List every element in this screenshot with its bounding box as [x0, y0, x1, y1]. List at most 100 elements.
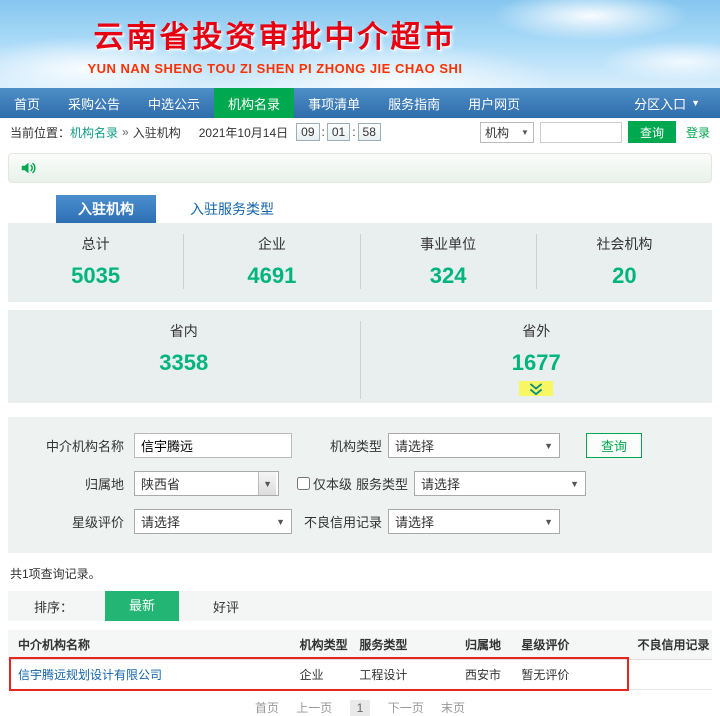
page-next[interactable]: 下一页: [388, 701, 424, 715]
stat-value: 4691: [247, 263, 297, 288]
stat-value: 5035: [71, 263, 121, 288]
filter-row-1: 中介机构名称 机构类型 请选择 ▼ 查询: [16, 433, 704, 458]
table-row: 信宇腾远规划设计有限公司 企业 工程设计 西安市 暂无评价: [8, 657, 712, 691]
filter-query-button[interactable]: 查询: [586, 433, 643, 458]
region-label: 归属地: [84, 477, 124, 492]
stat-out-province: 省外 1677: [361, 321, 713, 399]
page-current: 1: [349, 700, 371, 716]
stat-social-org: 社会机构 20: [537, 234, 712, 289]
stat-label: 事业单位: [420, 236, 477, 252]
tab-service-types[interactable]: 入驻服务类型: [156, 195, 308, 223]
stat-label: 省外: [522, 323, 551, 339]
company-link[interactable]: 信宇腾远规划设计有限公司: [18, 668, 162, 682]
chevron-down-icon: ▼: [258, 472, 276, 495]
top-search-area: 机构 ▼ 查询 登录: [479, 121, 710, 143]
search-category-select[interactable]: 机构 ▼: [479, 121, 534, 143]
search-category-value: 机构: [484, 125, 509, 140]
org-type-label: 机构类型: [329, 439, 382, 454]
table-header-row: 中介机构名称 机构类型 服务类型 归属地 星级评价 不良信用记录: [8, 630, 712, 660]
stat-in-province: 省内 3358: [8, 321, 361, 399]
chevron-down-icon: ▼: [544, 440, 553, 451]
nav-item-purchase-notice[interactable]: 采购公告: [54, 88, 134, 118]
filter-row-2: 归属地 陕西省 ▼ 仅本级 服务类型 请选择 ▼: [16, 471, 704, 496]
breadcrumb-row: 当前位置： 机构名录 » 入驻机构 2021年10月14日 09 : 01 : …: [0, 118, 720, 146]
stat-value: 3358: [159, 350, 209, 375]
col-header-service-type: 服务类型: [359, 638, 408, 652]
sort-praise-button[interactable]: 好评: [213, 597, 239, 616]
announcement-bar: [8, 153, 712, 183]
col-header-star-rating: 星级评价: [521, 638, 570, 652]
chevron-down-icon: ▼: [521, 127, 529, 137]
cell-org-type: 企业: [299, 668, 324, 682]
chevron-down-icon: ▼: [691, 98, 700, 108]
clock-minutes: 01: [326, 123, 351, 141]
stat-total: 总计 5035: [8, 234, 185, 289]
page-first[interactable]: 首页: [255, 701, 279, 715]
site-branding: 云南省投资审批中介超市 YUN NAN SHENG TOU ZI SHEN PI…: [40, 12, 510, 76]
star-rating-select[interactable]: 请选择 ▼: [134, 509, 292, 534]
col-header-region: 归属地: [465, 638, 502, 652]
nav-item-user-portal[interactable]: 用户网页: [454, 88, 534, 118]
stat-public-institution: 事业单位 324: [361, 234, 537, 289]
tab-registered-orgs[interactable]: 入驻机构: [56, 195, 156, 223]
stat-value: 20: [612, 263, 637, 288]
result-table: 中介机构名称 机构类型 服务类型 归属地 星级评价 不良信用记录 信宇腾远规划设…: [8, 630, 712, 691]
clock-separator: :: [321, 125, 325, 139]
page-prev[interactable]: 上一页: [296, 701, 332, 715]
site-title: 云南省投资审批中介超市: [93, 21, 457, 54]
stat-label: 社会机构: [596, 236, 653, 252]
pagination: 首页 上一页 1 下一页 末页: [0, 699, 720, 716]
col-header-credit-record: 不良信用记录: [637, 638, 710, 652]
local-only-label: 仅本级: [313, 477, 353, 492]
expand-more-icon[interactable]: [519, 381, 554, 396]
filter-row-3: 星级评价 请选择 ▼ 不良信用记录 请选择 ▼: [16, 509, 704, 534]
star-rating-label: 星级评价: [71, 515, 124, 530]
cell-org-name: 信宇腾远规划设计有限公司: [8, 666, 290, 683]
chevron-down-icon: ▼: [544, 516, 553, 527]
local-only-checkbox[interactable]: [297, 477, 310, 490]
login-link[interactable]: 登录: [686, 124, 710, 141]
page-last[interactable]: 末页: [441, 701, 465, 715]
region-value: 陕西省: [141, 477, 181, 492]
nav-item-service-guide[interactable]: 服务指南: [374, 88, 454, 118]
stat-label: 企业: [257, 236, 286, 252]
sort-newest-button[interactable]: 最新: [105, 591, 180, 621]
top-query-button[interactable]: 查询: [627, 121, 676, 143]
cell-star-rating: 暂无评价: [521, 668, 570, 682]
breadcrumb-link-org-directory[interactable]: 机构名录: [70, 124, 118, 141]
clock-seconds: 58: [357, 123, 381, 141]
org-type-select[interactable]: 请选择 ▼: [388, 433, 560, 458]
cell-region: 西安市: [465, 668, 502, 682]
credit-record-select[interactable]: 请选择 ▼: [388, 509, 560, 534]
chevron-down-icon: ▼: [276, 516, 285, 527]
breadcrumb-current: 入驻机构: [132, 125, 181, 140]
site-subtitle: YUN NAN SHENG TOU ZI SHEN PI ZHONG JIE C…: [87, 61, 463, 76]
stats-panel-primary: 总计 5035 企业 4691 事业单位 324 社会机构 20: [8, 223, 712, 302]
stats-panel-secondary: 省内 3358 省外 1677: [8, 310, 712, 403]
breadcrumb-separator: »: [122, 125, 129, 139]
col-header-org-name: 中介机构名称: [18, 638, 91, 652]
zone-entry-dropdown[interactable]: 分区入口 ▼: [634, 88, 720, 118]
sort-bar: 排序： 最新 好评: [8, 591, 712, 621]
stat-value: 1677: [511, 350, 561, 375]
credit-record-label: 不良信用记录: [303, 515, 382, 530]
clock-separator: :: [352, 125, 356, 139]
stat-label: 总计: [81, 236, 110, 252]
cell-service-type: 工程设计: [359, 668, 408, 682]
nav-item-matter-list[interactable]: 事项清单: [294, 88, 374, 118]
service-type-select[interactable]: 请选择 ▼: [414, 471, 587, 496]
tab-row: 入驻机构 入驻服务类型: [8, 195, 712, 223]
stat-value: 324: [429, 263, 467, 288]
credit-record-value: 请选择: [395, 515, 435, 530]
service-type-value: 请选择: [421, 477, 461, 492]
star-rating-value: 请选择: [141, 515, 181, 530]
region-select[interactable]: 陕西省 ▼: [134, 471, 279, 496]
nav-item-selection-publicity[interactable]: 中选公示: [134, 88, 214, 118]
nav-item-home[interactable]: 首页: [0, 88, 54, 118]
clock: 09 : 01 : 58: [296, 123, 381, 141]
nav-item-org-directory[interactable]: 机构名录: [214, 88, 295, 118]
org-name-input[interactable]: [134, 433, 292, 458]
speaker-icon: [19, 159, 38, 177]
top-search-input[interactable]: [539, 121, 622, 143]
service-type-label: 服务类型: [356, 477, 409, 492]
